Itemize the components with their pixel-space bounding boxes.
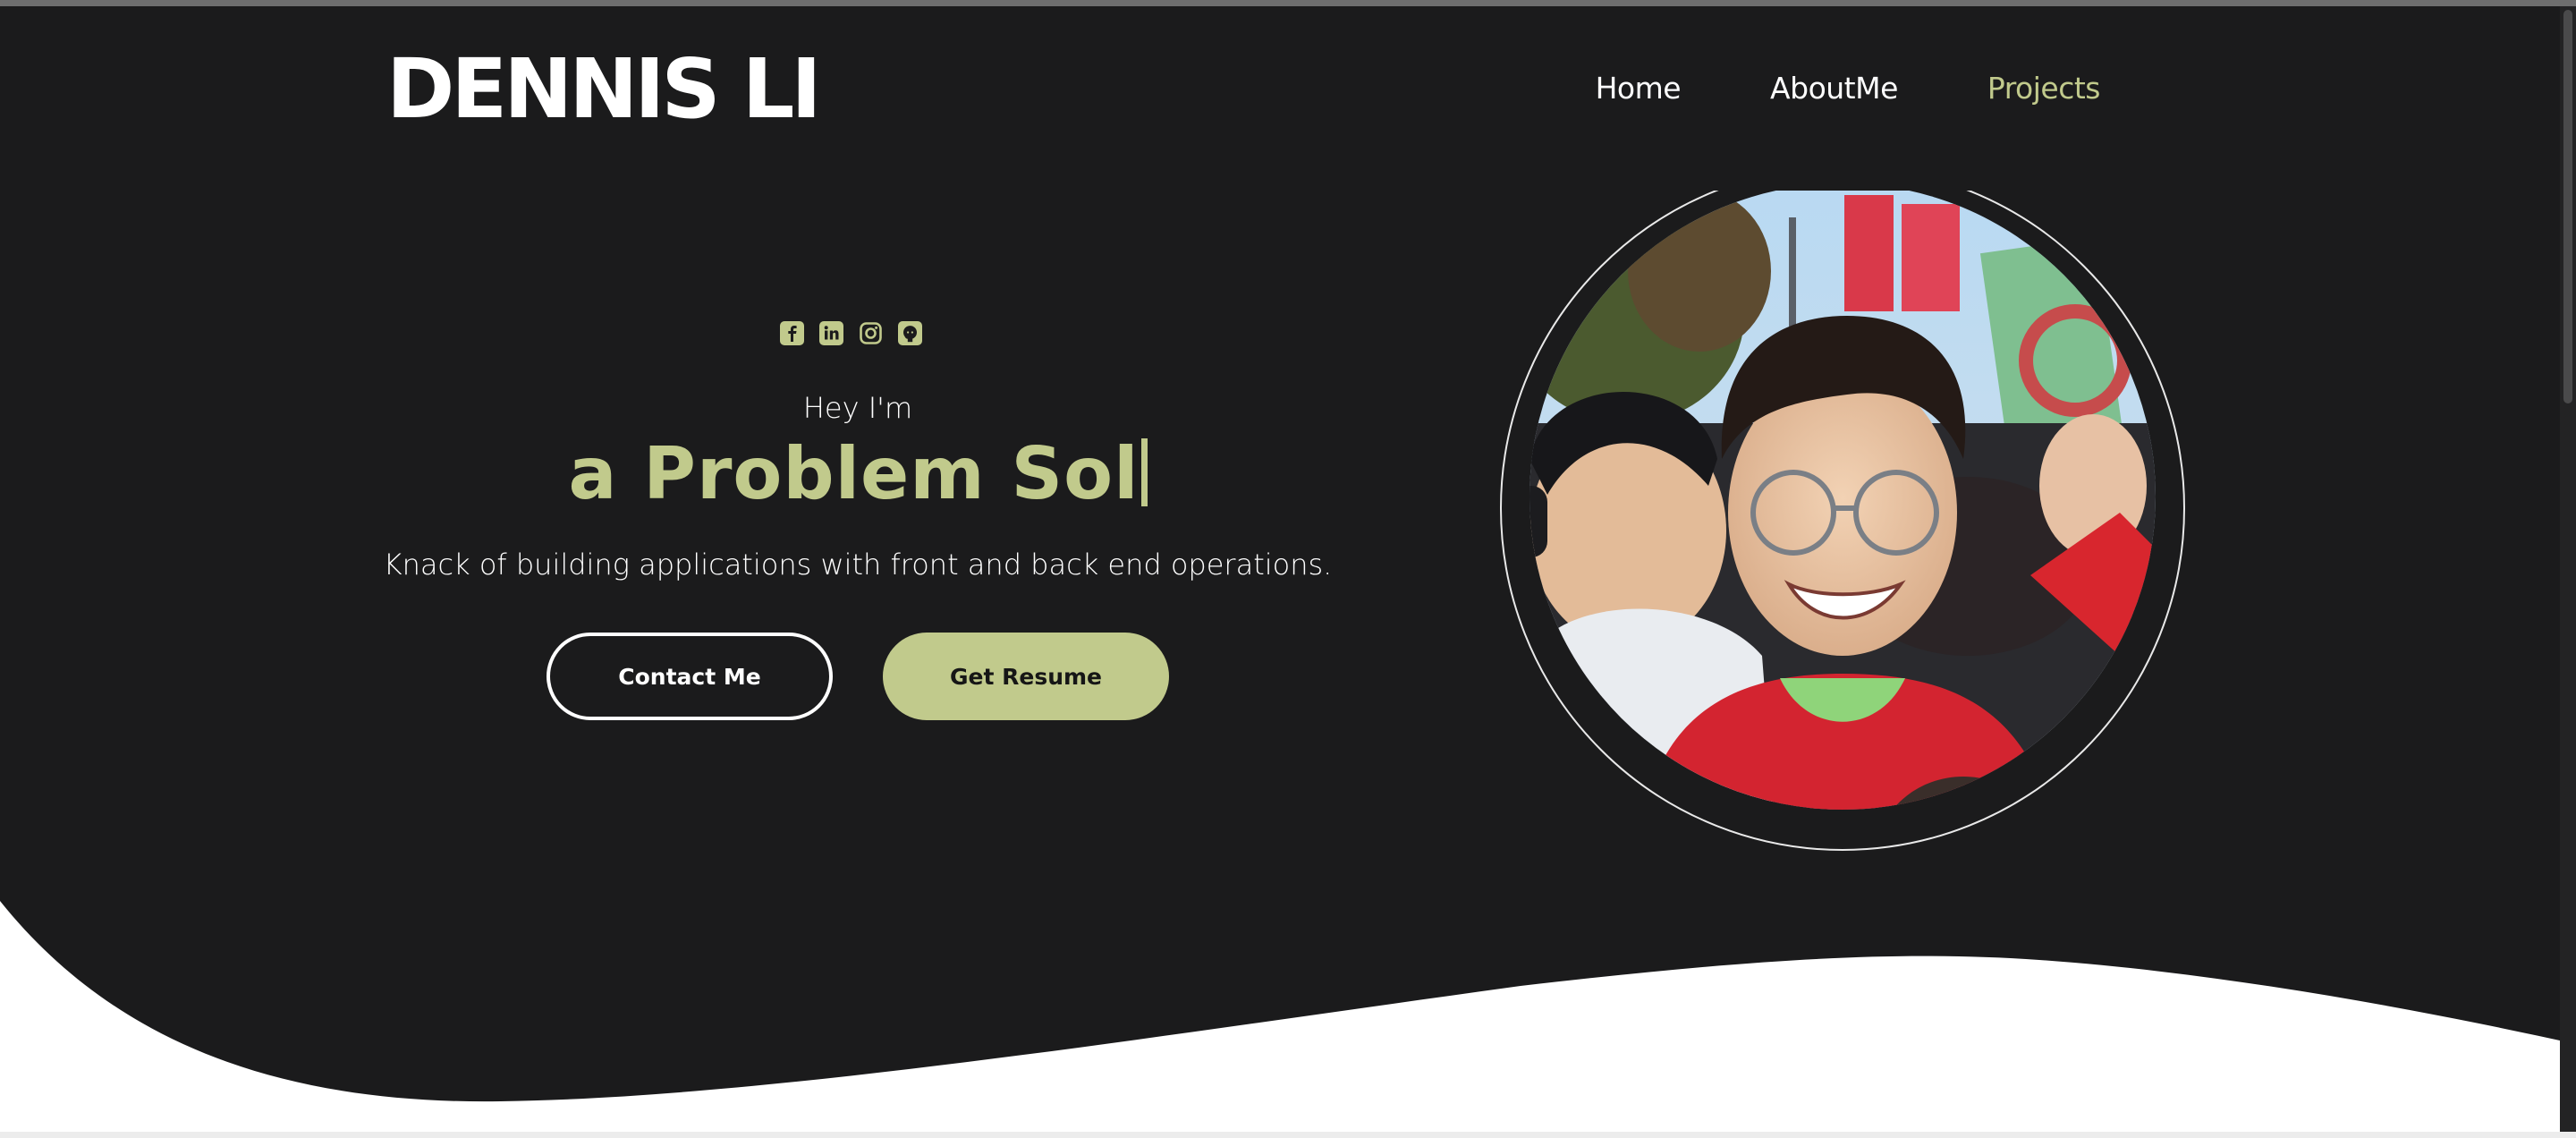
wave-divider xyxy=(0,901,2576,1132)
browser-top-edge xyxy=(0,0,2576,6)
hero-section: DENNIS LI Home AboutMe Projects Hey I'm … xyxy=(0,6,2576,1132)
page-scrollbar[interactable] xyxy=(2560,6,2576,1132)
scrollbar-thumb[interactable] xyxy=(2563,10,2572,403)
